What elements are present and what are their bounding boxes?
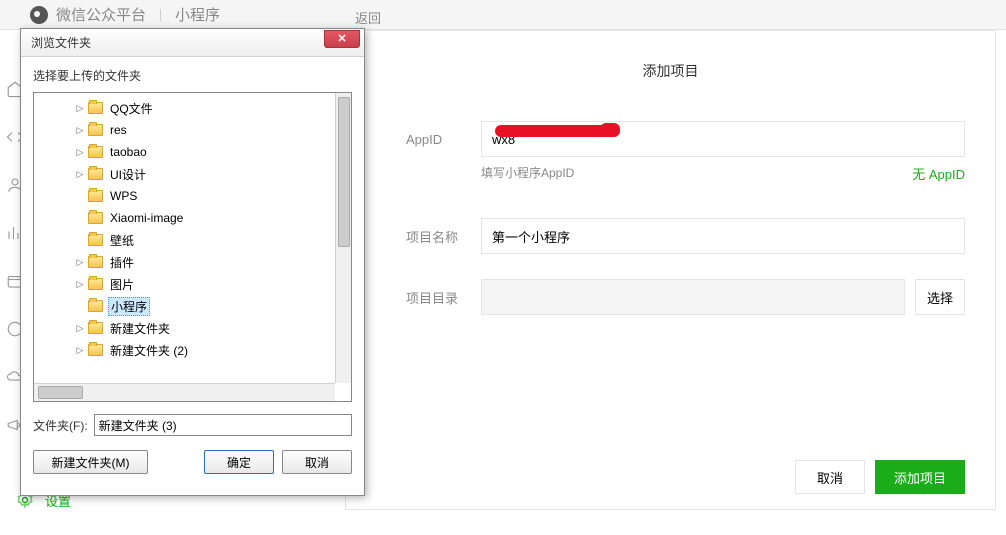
no-appid-link[interactable]: 无 AppID bbox=[912, 164, 965, 183]
section-name: 小程序 bbox=[175, 4, 220, 25]
folder-icon bbox=[88, 102, 103, 114]
cancel-button[interactable]: 取消 bbox=[795, 460, 865, 494]
tree-item[interactable]: WPS bbox=[34, 185, 351, 207]
tree-item-label: taobao bbox=[108, 145, 149, 159]
browse-folder-dialog: 浏览文件夹 ✕ 选择要上传的文件夹 ▷ QQ文件 ▷ res ▷ taobao ▷ UI设计 W… bbox=[20, 28, 365, 496]
expand-icon[interactable]: ▷ bbox=[74, 103, 86, 114]
project-name-label: 项目名称 bbox=[406, 227, 481, 246]
app-header: 微信公众平台 丨 小程序 bbox=[0, 0, 1006, 30]
tree-item-label: Xiaomi-image bbox=[108, 211, 185, 225]
folder-icon bbox=[88, 190, 103, 202]
tree-item-label: 插件 bbox=[108, 254, 136, 271]
folder-name-input[interactable] bbox=[94, 414, 352, 436]
panel-title: 添加项目 bbox=[346, 61, 995, 81]
tree-item-label: 图片 bbox=[108, 276, 136, 293]
ok-button[interactable]: 确定 bbox=[204, 450, 274, 474]
folder-icon bbox=[88, 278, 103, 290]
folder-field-label: 文件夹(F): bbox=[33, 417, 88, 434]
expand-icon[interactable]: ▷ bbox=[74, 257, 86, 268]
appid-label: AppID bbox=[406, 132, 481, 147]
tree-item[interactable]: ▷ 新建文件夹 (2) bbox=[34, 339, 351, 361]
folder-icon bbox=[88, 322, 103, 334]
project-dir-input bbox=[481, 279, 905, 315]
new-folder-button[interactable]: 新建文件夹(M) bbox=[33, 450, 148, 474]
vertical-scrollbar[interactable] bbox=[335, 93, 351, 383]
folder-icon bbox=[88, 300, 103, 312]
tree-item[interactable]: ▷ 新建文件夹 bbox=[34, 317, 351, 339]
expand-icon[interactable]: ▷ bbox=[74, 125, 86, 136]
tree-item[interactable]: ▷ taobao bbox=[34, 141, 351, 163]
tree-item-label: res bbox=[108, 123, 129, 137]
back-link[interactable]: 返回 bbox=[355, 8, 381, 27]
dialog-titlebar[interactable]: 浏览文件夹 ✕ bbox=[21, 29, 364, 57]
dialog-title: 浏览文件夹 bbox=[31, 34, 324, 51]
tree-item[interactable]: ▷ UI设计 bbox=[34, 163, 351, 185]
folder-icon bbox=[88, 212, 103, 224]
dialog-cancel-button[interactable]: 取消 bbox=[282, 450, 352, 474]
redaction-mark bbox=[600, 123, 620, 137]
expand-icon[interactable]: ▷ bbox=[74, 169, 86, 180]
tree-item-label: 新建文件夹 (2) bbox=[108, 342, 190, 359]
folder-icon bbox=[88, 168, 103, 180]
folder-icon bbox=[88, 234, 103, 246]
expand-icon[interactable]: ▷ bbox=[74, 147, 86, 158]
tree-item[interactable]: ▷ QQ文件 bbox=[34, 97, 351, 119]
folder-icon bbox=[88, 146, 103, 158]
tree-item-label: WPS bbox=[108, 189, 139, 203]
dialog-subtitle: 选择要上传的文件夹 bbox=[33, 67, 352, 84]
tree-item-label: QQ文件 bbox=[108, 100, 155, 117]
platform-name: 微信公众平台 bbox=[56, 4, 146, 25]
project-name-input[interactable] bbox=[481, 218, 965, 254]
tree-item-label: 小程序 bbox=[108, 297, 150, 316]
tree-item-label: 壁纸 bbox=[108, 232, 136, 249]
folder-tree[interactable]: ▷ QQ文件 ▷ res ▷ taobao ▷ UI设计 WPS Xiaomi-image 壁纸 ▷ 插… bbox=[33, 92, 352, 402]
folder-icon bbox=[88, 256, 103, 268]
tree-item[interactable]: ▷ res bbox=[34, 119, 351, 141]
tree-item[interactable]: ▷ 插件 bbox=[34, 251, 351, 273]
tree-item[interactable]: Xiaomi-image bbox=[34, 207, 351, 229]
redaction-mark bbox=[495, 125, 615, 137]
tree-item-label: UI设计 bbox=[108, 166, 148, 183]
folder-icon bbox=[88, 124, 103, 136]
wechat-logo-icon bbox=[30, 6, 48, 24]
folder-icon bbox=[88, 344, 103, 356]
tree-item[interactable]: ▷ 图片 bbox=[34, 273, 351, 295]
expand-icon[interactable]: ▷ bbox=[74, 345, 86, 356]
horizontal-scrollbar[interactable] bbox=[34, 383, 335, 401]
add-project-panel: 添加项目 AppID 填写小程序AppID 无 AppID 项目名称 项目目录 … bbox=[345, 30, 996, 510]
expand-icon[interactable]: ▷ bbox=[74, 323, 86, 334]
tree-item[interactable]: 壁纸 bbox=[34, 229, 351, 251]
project-dir-label: 项目目录 bbox=[406, 288, 481, 307]
add-project-button[interactable]: 添加项目 bbox=[875, 460, 965, 494]
choose-dir-button[interactable]: 选择 bbox=[915, 279, 965, 315]
tree-item-label: 新建文件夹 bbox=[108, 320, 172, 337]
tree-item[interactable]: 小程序 bbox=[34, 295, 351, 317]
close-icon[interactable]: ✕ bbox=[324, 30, 360, 48]
expand-icon[interactable]: ▷ bbox=[74, 279, 86, 290]
appid-hint: 填写小程序AppID bbox=[481, 164, 912, 183]
